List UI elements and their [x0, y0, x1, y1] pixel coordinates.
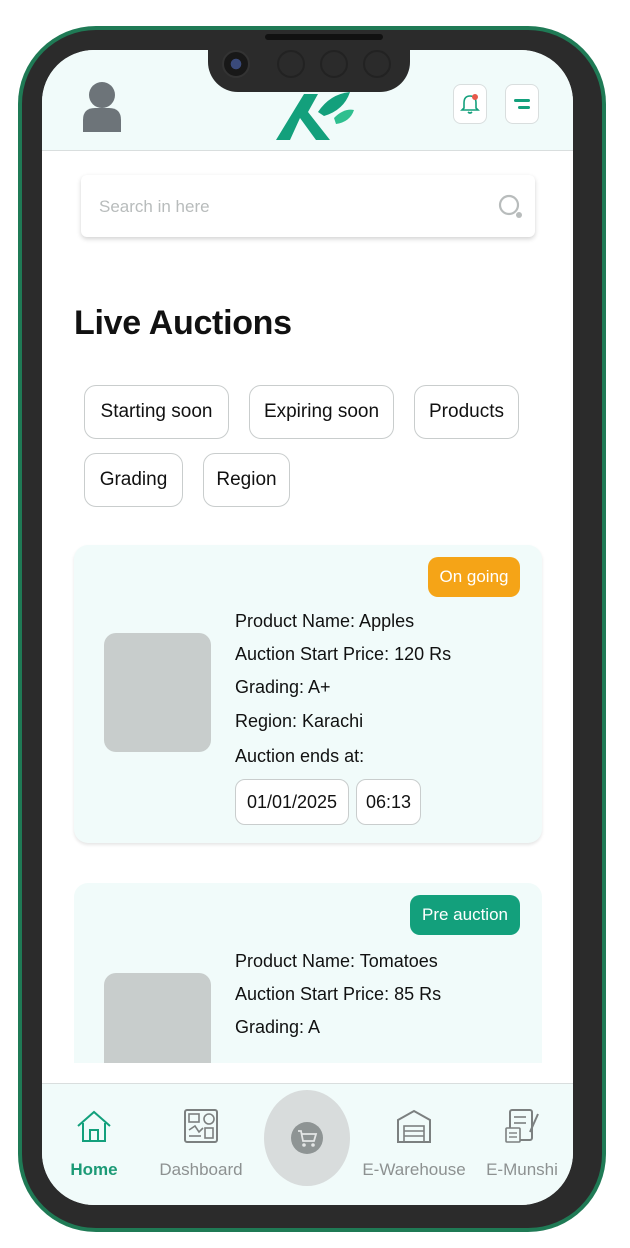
nav-label-home: Home	[70, 1160, 118, 1179]
page-title: Live Auctions	[74, 304, 292, 342]
menu-icon	[514, 99, 530, 109]
filter-chip-region[interactable]: Region	[203, 453, 290, 507]
app-screen: Live Auctions Starting soon Expiring soo…	[42, 50, 573, 1205]
end-date: 01/01/2025	[235, 779, 349, 825]
bottom-nav: Home Dashboard E-Warehouse E-Munshi	[42, 1083, 573, 1205]
filter-chip-starting-soon[interactable]: Starting soon	[84, 385, 229, 439]
status-badge: On going	[428, 557, 520, 597]
nav-item-e-warehouse[interactable]: E-Warehouse	[358, 1084, 470, 1205]
auction-ends-label: Auction ends at:	[235, 746, 365, 766]
filter-chip-products[interactable]: Products	[414, 385, 519, 439]
nav-label-e-warehouse: E-Warehouse	[362, 1160, 466, 1179]
end-time: 06:13	[356, 779, 421, 825]
start-price: Auction Start Price: 120 Rs	[235, 644, 452, 664]
nav-label-e-munshi: E-Munshi	[486, 1160, 558, 1179]
start-price: Auction Start Price: 85 Rs	[235, 984, 442, 1004]
cart-icon	[291, 1122, 323, 1154]
avatar-icon[interactable]	[79, 80, 125, 132]
auction-card[interactable]: Pre auction Product Name: Tomatoes Aucti…	[74, 883, 542, 1063]
search-bar	[81, 175, 535, 237]
cart-button[interactable]	[264, 1090, 350, 1186]
grading: Grading: A	[235, 1017, 321, 1037]
sensor-dot	[363, 50, 391, 78]
ledger-icon	[505, 1109, 539, 1143]
sensor-dot	[320, 50, 348, 78]
product-image	[104, 973, 211, 1063]
filter-chip-grading[interactable]: Grading	[84, 453, 183, 507]
sensor-dot	[277, 50, 305, 78]
search-icon[interactable]	[497, 193, 525, 221]
product-name: Product Name: Tomatoes	[235, 951, 438, 971]
nav-item-e-munshi[interactable]: E-Munshi	[482, 1084, 562, 1205]
home-icon	[77, 1110, 111, 1142]
status-badge: Pre auction	[410, 895, 520, 935]
region: Region: Karachi	[235, 711, 364, 731]
nav-label-dashboard: Dashboard	[159, 1160, 243, 1179]
search-input[interactable]	[97, 189, 481, 225]
speaker-grille	[265, 34, 383, 40]
menu-button[interactable]	[505, 84, 539, 124]
nav-item-dashboard[interactable]: Dashboard	[156, 1084, 246, 1205]
product-image	[104, 633, 211, 752]
notification-button[interactable]	[453, 84, 487, 124]
bell-icon	[460, 94, 480, 114]
dashboard-icon	[184, 1109, 218, 1143]
grading: Grading: A+	[235, 677, 331, 697]
nav-item-home[interactable]: Home	[64, 1084, 124, 1205]
product-name: Product Name: Apples	[235, 611, 415, 631]
front-camera	[222, 50, 250, 78]
warehouse-icon	[397, 1109, 431, 1143]
filter-chip-expiring-soon[interactable]: Expiring soon	[249, 385, 394, 439]
brand-logo	[274, 88, 356, 142]
auction-card[interactable]: On going Product Name: Apples Auction St…	[74, 545, 542, 843]
